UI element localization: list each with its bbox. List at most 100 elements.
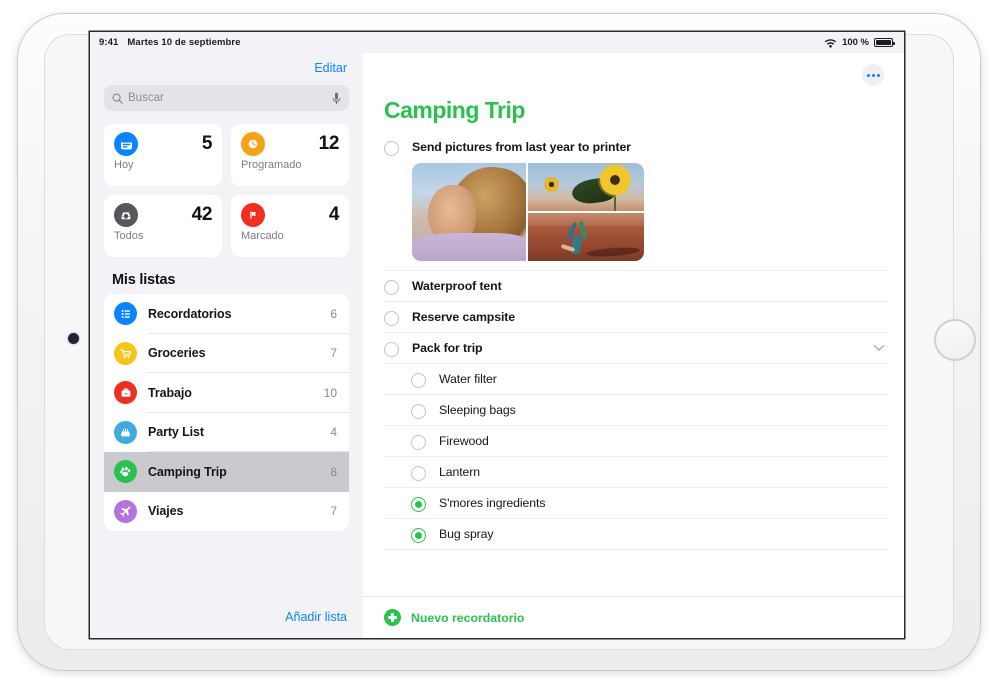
photo-detail bbox=[412, 233, 526, 261]
smart-list-count: 42 bbox=[191, 204, 213, 225]
smart-list-label: Hoy bbox=[114, 159, 134, 171]
search-icon bbox=[112, 92, 123, 104]
smart-list-count: 12 bbox=[318, 133, 340, 154]
reminder-text: Waterproof tent bbox=[412, 279, 502, 293]
smart-list-card-todos[interactable]: 42 Todos bbox=[104, 195, 222, 257]
reminder-checkbox[interactable] bbox=[411, 497, 426, 512]
new-reminder-button[interactable]: Nuevo recordatorio bbox=[363, 596, 904, 638]
smart-list-count: 5 bbox=[201, 133, 213, 154]
search-input[interactable] bbox=[128, 92, 327, 104]
sidebar-list-item-viajes[interactable]: Viajes 7 bbox=[104, 492, 349, 532]
my-lists-header: Mis listas bbox=[112, 272, 176, 288]
clock-icon bbox=[241, 132, 265, 156]
home-button[interactable] bbox=[934, 319, 976, 361]
reminder-row[interactable]: Send pictures from last year to printer bbox=[384, 132, 904, 271]
photo-detail bbox=[600, 165, 630, 195]
edit-button[interactable]: Editar bbox=[314, 61, 347, 75]
reminder-checkbox[interactable] bbox=[384, 280, 399, 295]
ipad-screen: 9:41 Martes 10 de septiembre 100 % Edita… bbox=[90, 32, 904, 638]
sidebar-list-count: 7 bbox=[330, 346, 337, 361]
ellipsis-dot bbox=[866, 73, 870, 77]
photo-collage[interactable] bbox=[412, 163, 644, 261]
briefcase-icon bbox=[114, 381, 137, 405]
reminder-row[interactable]: Firewood bbox=[384, 426, 904, 457]
sidebar-list-label: Trabajo bbox=[148, 385, 192, 400]
main-pane: Camping Trip Send pictures from last yea… bbox=[363, 53, 904, 638]
sidebar-list-label: Viajes bbox=[148, 504, 184, 519]
reminder-text: Firewood bbox=[439, 434, 489, 448]
sidebar-list-item-recordatorios[interactable]: Recordatorios 6 bbox=[104, 294, 349, 334]
sidebar-bottom-bar: Añadir lista bbox=[90, 596, 363, 638]
wifi-icon bbox=[824, 38, 837, 48]
reminders-list: Send pictures from last year to printer bbox=[363, 132, 904, 596]
photo-detail bbox=[528, 213, 644, 226]
reminder-checkbox[interactable] bbox=[384, 141, 399, 156]
reminder-checkbox[interactable] bbox=[411, 373, 426, 388]
reminder-attachment[interactable] bbox=[412, 163, 644, 261]
reminder-checkbox[interactable] bbox=[411, 435, 426, 450]
reminder-checkbox[interactable] bbox=[411, 404, 426, 419]
smart-list-card-programado[interactable]: 12 Programado bbox=[231, 124, 349, 186]
main-toolbar bbox=[363, 53, 904, 97]
reminder-checkbox[interactable] bbox=[384, 311, 399, 326]
sidebar-list-count: 6 bbox=[330, 306, 337, 321]
microphone-icon[interactable] bbox=[332, 92, 341, 105]
sidebar-list-count: 7 bbox=[330, 504, 337, 519]
battery-full-icon bbox=[874, 38, 895, 47]
reminder-row[interactable]: Waterproof tent bbox=[384, 271, 904, 302]
smart-list-label: Todos bbox=[114, 230, 144, 242]
add-list-button[interactable]: Añadir lista bbox=[285, 610, 347, 624]
paw-print-icon bbox=[114, 460, 137, 484]
sidebar-list-label: Recordatorios bbox=[148, 306, 232, 321]
reminder-checkbox[interactable] bbox=[411, 466, 426, 481]
sidebar-toolbar: Editar bbox=[90, 53, 363, 83]
smart-list-card-marcado[interactable]: 4 Marcado bbox=[231, 195, 349, 257]
sidebar-list-item-camping-trip[interactable]: Camping Trip 8 bbox=[104, 452, 349, 492]
smart-list-count: 4 bbox=[328, 204, 340, 225]
ellipsis-icon[interactable] bbox=[862, 64, 884, 86]
reminder-row[interactable]: Sleeping bags bbox=[384, 395, 904, 426]
reminder-row[interactable]: Lantern bbox=[384, 457, 904, 488]
status-date: Martes 10 de septiembre bbox=[127, 37, 241, 48]
chevron-down-icon[interactable] bbox=[872, 341, 886, 355]
sidebar-list-count: 10 bbox=[323, 385, 337, 400]
cartwheel-desert-photo[interactable] bbox=[528, 213, 644, 261]
reminder-row[interactable]: S'mores ingredients bbox=[384, 488, 904, 519]
reminder-text: Reserve campsite bbox=[412, 310, 515, 324]
flag-icon bbox=[241, 203, 265, 227]
front-camera-icon bbox=[68, 333, 79, 344]
sidebar-list-item-party-list[interactable]: Party List 4 bbox=[104, 413, 349, 452]
reminder-text: Water filter bbox=[439, 372, 497, 386]
search-field[interactable] bbox=[104, 85, 349, 111]
sidebar: Editar Buscar 5 Hoy 12 Programado 42 Tod… bbox=[90, 53, 363, 638]
sidebar-list-item-trabajo[interactable]: Trabajo 10 bbox=[104, 373, 349, 413]
smart-list-card-hoy[interactable]: 5 Hoy bbox=[104, 124, 222, 186]
sunflowers-sky-photo[interactable] bbox=[528, 163, 644, 211]
reminder-row[interactable]: Reserve campsite bbox=[384, 302, 904, 333]
sidebar-list-count: 4 bbox=[330, 425, 337, 440]
reminder-text: Sleeping bags bbox=[439, 403, 516, 417]
plus-circle-icon bbox=[384, 609, 401, 626]
app-body: Editar Buscar 5 Hoy 12 Programado 42 Tod… bbox=[90, 53, 904, 638]
smart-list-label: Marcado bbox=[241, 230, 284, 242]
sidebar-list-item-groceries[interactable]: Groceries 7 bbox=[104, 334, 349, 373]
sidebar-list-count: 8 bbox=[330, 464, 337, 479]
sidebar-list-label: Camping Trip bbox=[148, 464, 227, 479]
photo-detail bbox=[585, 246, 641, 258]
reminder-row[interactable]: Water filter bbox=[384, 364, 904, 395]
portrait-woman-photo[interactable] bbox=[412, 163, 526, 261]
reminder-checkbox[interactable] bbox=[384, 342, 399, 357]
reminder-text: Lantern bbox=[439, 465, 481, 479]
my-lists-card: Recordatorios 6 Groceries 7 Trabajo 10 P… bbox=[104, 294, 349, 531]
reminder-checkbox[interactable] bbox=[411, 528, 426, 543]
row-separator bbox=[384, 549, 888, 550]
sidebar-list-label: Party List bbox=[148, 425, 204, 440]
reminder-text: S'mores ingredients bbox=[439, 496, 546, 510]
reminder-row[interactable]: Bug spray bbox=[384, 519, 904, 550]
reminder-row[interactable]: Pack for trip bbox=[384, 333, 904, 364]
ellipsis-dot bbox=[871, 73, 875, 77]
photo-detail bbox=[544, 177, 559, 192]
airplane-icon bbox=[114, 499, 137, 523]
page-title: Camping Trip bbox=[384, 97, 525, 123]
reminder-text: Bug spray bbox=[439, 527, 494, 541]
